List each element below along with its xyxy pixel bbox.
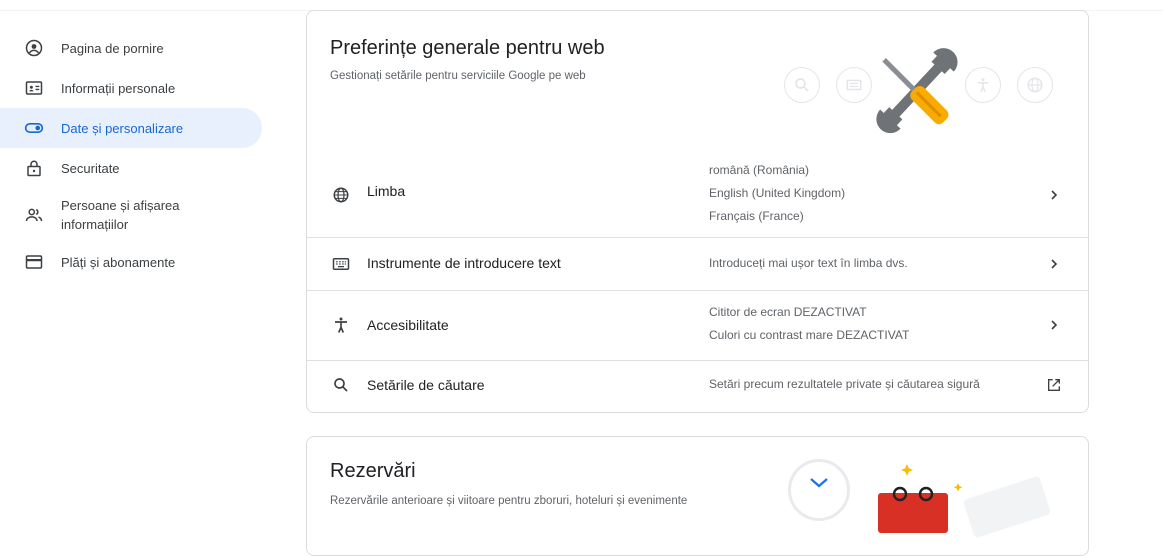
search-settings-value: Setări precum rezultatele private și cău… [709,377,980,391]
card-title: Rezervări [330,460,416,482]
chevron-right-icon [1044,185,1064,205]
calendar-icon [878,486,948,533]
search-icon [331,375,351,395]
sidebar-item-payments[interactable]: Plăți și abonamente [0,242,262,282]
accessibility-value: Cititor de ecran DEZACTIVAT [709,305,867,319]
search-icon [784,67,820,103]
search-settings-row[interactable]: Setările de căutare Setări precum rezult… [307,361,1088,412]
accessibility-row[interactable]: Accesibilitate Cititor de ecran DEZACTIV… [307,291,1088,360]
web-preferences-card: Preferințe generale pentru web Gestionaț… [306,10,1089,413]
globe-icon [1017,67,1053,103]
sidebar-nav: Pagina de pornire Informații personale D… [0,28,270,282]
card-title: Preferințe generale pentru web [330,37,605,59]
account-circle-icon [24,38,44,58]
globe-icon [331,185,351,205]
sidebar-item-personal-info[interactable]: Informații personale [0,68,262,108]
row-label: Accesibilitate [367,317,449,333]
wrench-screwdriver-icon [876,48,958,134]
language-row[interactable]: Limba română (România) English (United K… [307,153,1088,237]
id-card-icon [24,78,44,98]
sidebar-item-label: Informații personale [61,80,176,96]
language-value: Français (France) [709,209,804,223]
chevron-right-icon [1044,254,1064,274]
toggle-icon [24,118,44,138]
lock-icon [24,158,44,178]
card-description: Gestionați setările pentru serviciile Go… [330,70,586,82]
sidebar-item-label: Persoane și afișarea informațiilor [61,198,180,232]
language-value: română (România) [709,163,810,177]
keyboard-icon [331,254,351,274]
chevron-right-icon [1044,315,1064,335]
accessibility-value: Culori cu contrast mare DEZACTIVAT [709,328,910,342]
row-label: Setările de căutare [367,377,485,393]
sidebar-item-people-sharing[interactable]: Persoane și afișarea informațiilor [0,188,262,242]
sidebar-item-data-personalization[interactable]: Date și personalizare [0,108,262,148]
input-tools-row[interactable]: Instrumente de introducere text Introduc… [307,238,1088,290]
ticket-icon [962,475,1052,539]
input-tools-value: Introduceți mai ușor text în limba dvs. [709,256,908,270]
external-link-icon [1044,375,1064,395]
language-values: română (România) English (United Kingdom… [709,159,845,228]
accessibility-icon [331,315,351,335]
row-label: Limba [367,183,406,199]
sidebar-item-label: Date și personalizare [61,120,184,136]
row-label: Instrumente de introducere text [367,255,561,271]
sidebar-item-label: Plăți și abonamente [61,254,176,270]
sidebar-item-home[interactable]: Pagina de pornire [0,28,262,68]
sidebar-item-label: Pagina de pornire [61,40,164,56]
card-description: Rezervările anterioare și viitoare pentr… [330,495,688,507]
sidebar-item-label: Securitate [61,160,120,176]
clock-icon [788,459,850,521]
accessibility-values: Cititor de ecran DEZACTIVAT Culori cu co… [709,301,909,347]
sidebar-item-security[interactable]: Securitate [0,148,262,188]
credit-card-icon [24,252,44,272]
reservations-card: Rezervări Rezervările anterioare și viit… [306,436,1089,556]
language-value: English (United Kingdom) [709,186,846,200]
people-icon [24,205,44,225]
